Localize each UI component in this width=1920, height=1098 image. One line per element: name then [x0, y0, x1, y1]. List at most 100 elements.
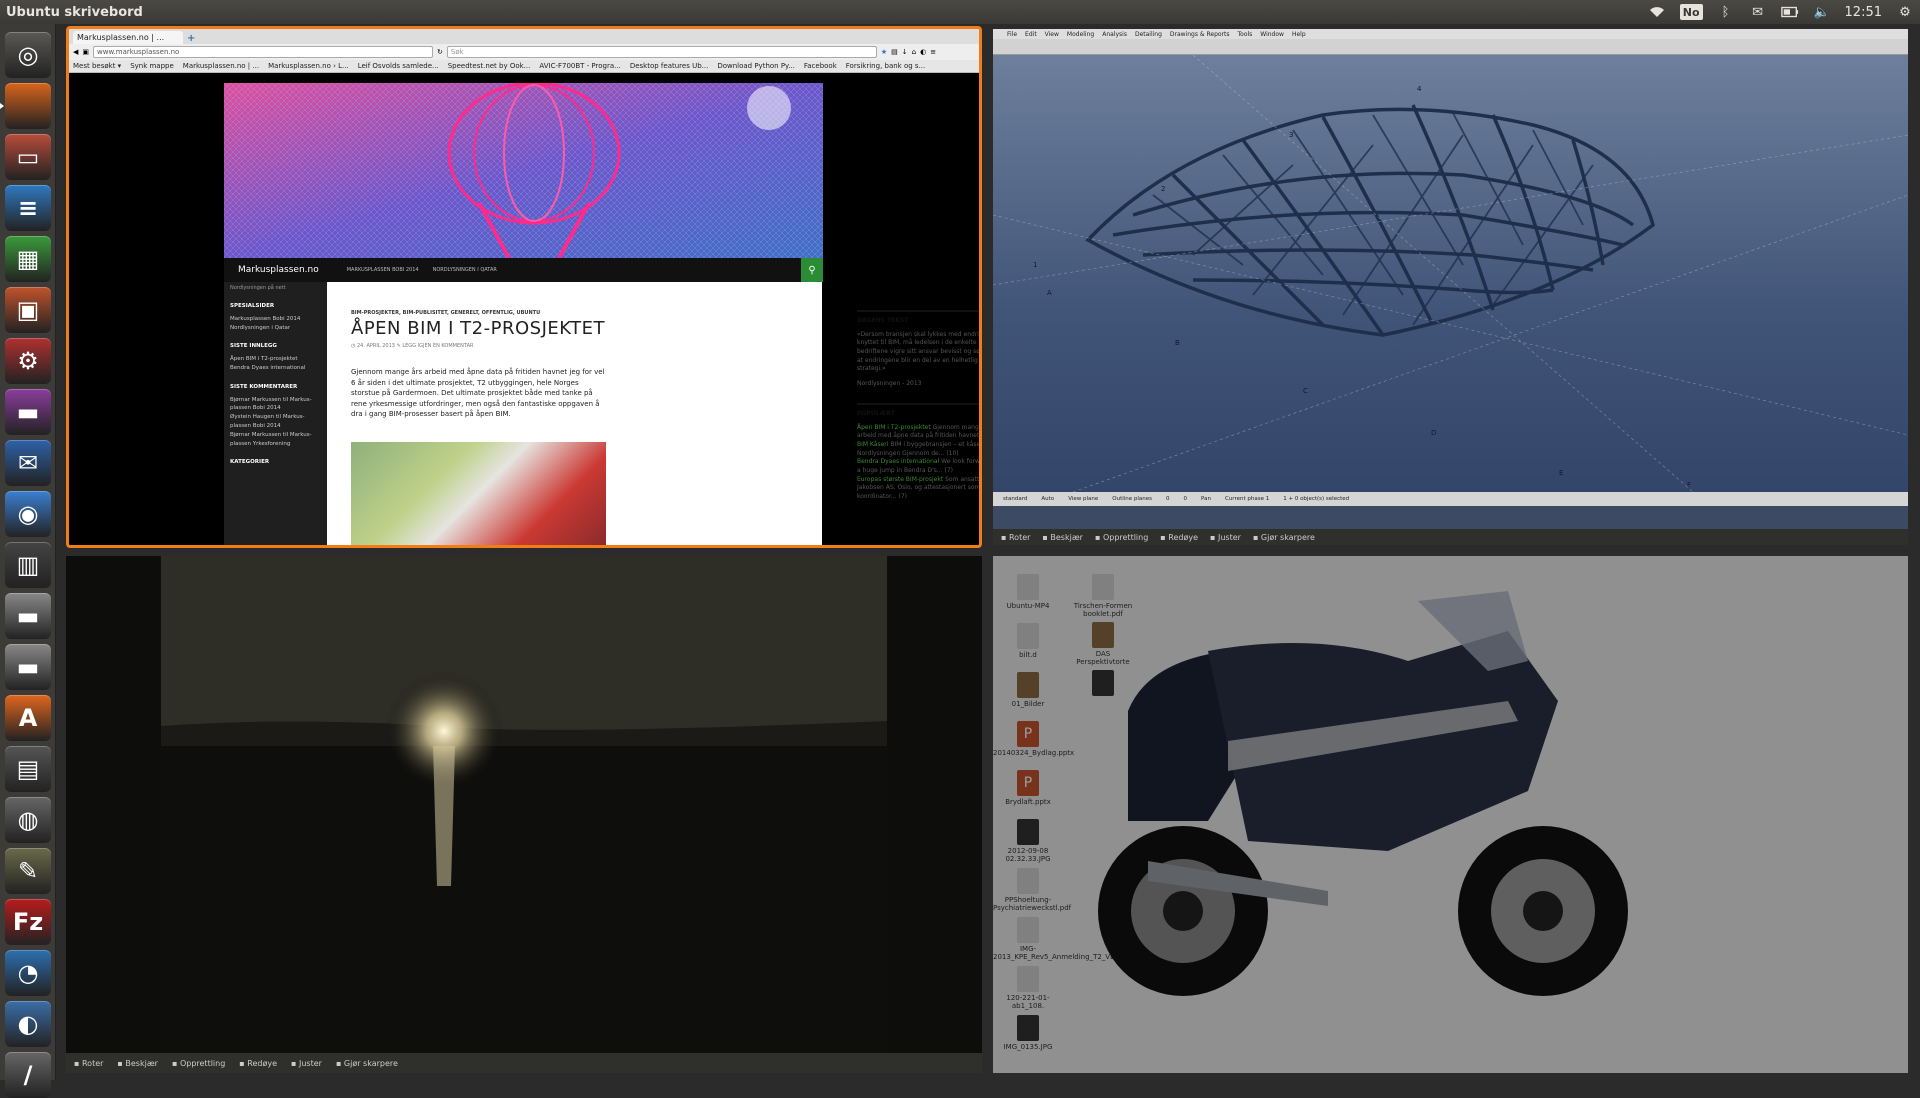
bookmark-item[interactable]: Leif Osvolds samlede... — [358, 62, 439, 70]
cad-toolbar[interactable] — [993, 39, 1908, 55]
bookmark-star-icon[interactable]: ★ — [881, 48, 887, 56]
post-categories[interactable]: BIM-PROSJEKTER, BIM-PUBLISITET, GENERELT… — [351, 310, 822, 316]
cad-status-field[interactable]: 0 — [1166, 496, 1170, 502]
launcher-browser-globe-icon[interactable]: ◔ — [5, 950, 51, 996]
cad-menu-item[interactable]: Analysis — [1102, 31, 1127, 38]
sidebar-link[interactable]: Nordlysningen i Qatar — [230, 324, 321, 333]
home-icon[interactable]: ⌂ — [912, 48, 916, 56]
url-bar[interactable]: www.markusplassen.no — [93, 46, 434, 58]
cad-menu-item[interactable]: Drawings & Reports — [1170, 31, 1230, 38]
launcher-filezilla-icon[interactable]: Fz — [5, 899, 51, 945]
firefox-window[interactable]: Markusplassen.no | ... + ◀ ▣ www.markusp… — [66, 26, 982, 548]
clock[interactable]: 12:51 — [1845, 4, 1882, 20]
cad-status-field[interactable]: standard — [1003, 496, 1027, 502]
keyboard-layout-indicator[interactable]: No — [1679, 4, 1703, 20]
cad-status-field[interactable]: 0 — [1184, 496, 1188, 502]
popular-link[interactable]: BIM Kåseri — [857, 441, 888, 448]
sidebar-link[interactable]: Bjørnar Markussen til Markus-plassen Bob… — [230, 396, 321, 414]
bookmark-item[interactable]: Markusplassen.no › L... — [268, 62, 349, 70]
launcher-thunderbird-icon[interactable]: ✉ — [5, 440, 51, 486]
desktop-icon-pptx[interactable]: P 20140324_Bydlag.pptx — [993, 721, 1074, 757]
sidebar-link[interactable]: Øystein Haugen til Markus-plassen Bobi 2… — [230, 413, 321, 431]
cad-status-field[interactable]: Current phase 1 — [1225, 496, 1269, 502]
photo-tool-button[interactable]: ▪ Juster — [291, 1059, 322, 1068]
new-tab-button[interactable]: + — [187, 33, 195, 44]
cad-menu-item[interactable]: Window — [1260, 31, 1284, 38]
bookmarks-menu-icon[interactable]: ▤ — [891, 48, 898, 56]
bookmark-item[interactable]: Desktop features Ub... — [630, 62, 708, 70]
photo-tool-button[interactable]: ▪ Gjør skarpere — [1253, 533, 1315, 542]
desktop-icon-image[interactable]: 2012-09-08 02.32.33.JPG — [993, 819, 1063, 863]
photo-viewer-window[interactable]: ▪ Roter ▪ Beskjær ▪ Opprettling ▪ Redøye ▪ J… — [66, 556, 982, 1073]
launcher-blender-icon[interactable]: ◐ — [5, 1001, 51, 1047]
cad-3d-viewport[interactable]: 1 2 3 4 A B C D E F — [993, 54, 1908, 493]
cad-status-field[interactable]: View plane — [1068, 496, 1098, 502]
sidebar-link[interactable]: Bjørnar Markussen til Markus-plassen Yrk… — [230, 431, 321, 449]
menu-icon[interactable]: ≡ — [930, 48, 936, 56]
photo-tool-button[interactable]: ▪ Beskjær — [1042, 533, 1083, 542]
nav-link-bobi[interactable]: MARKUSPLASSEN BOBI 2014 — [347, 267, 419, 273]
photo-tool-button[interactable]: ▪ Roter — [1001, 533, 1030, 542]
bookmark-item[interactable]: AVIC-F700BT - Progra... — [539, 62, 620, 70]
gear-icon[interactable]: ⚙ — [1896, 4, 1914, 20]
bookmark-item[interactable]: Mest besøkt ▾ — [73, 62, 121, 70]
search-icon[interactable]: ⚲ — [801, 258, 823, 282]
popular-link[interactable]: Bendra Dyaes international — [857, 458, 939, 465]
launcher-drive-1-icon[interactable]: ▬ — [5, 593, 51, 639]
photo-tool-button[interactable]: ▪ Juster — [1210, 533, 1241, 542]
mail-icon[interactable]: ✉ — [1749, 4, 1767, 20]
photo-tool-button[interactable]: ▪ Opprettling — [172, 1059, 225, 1068]
nav-link-qatar[interactable]: NORDLYSNINGEN I QATAR — [433, 267, 497, 273]
launcher-ubuntu-software-center-icon[interactable]: A — [5, 695, 51, 741]
launcher-libreoffice-calc-icon[interactable]: ▦ — [5, 236, 51, 282]
launcher-video-editor-icon[interactable]: ▤ — [5, 746, 51, 792]
launcher-chromium-icon[interactable]: ◉ — [5, 491, 51, 537]
desktop-icon-folder[interactable]: 01_Bilder — [993, 672, 1063, 708]
desktop-icon-image[interactable]: IMG_0135.JPG — [993, 1015, 1063, 1051]
launcher-firefox-icon[interactable] — [5, 83, 51, 129]
popular-link[interactable]: Europas største BIM-prosjekt — [857, 476, 943, 483]
launcher-gimp-icon[interactable]: ✎ — [5, 848, 51, 894]
bookmark-item[interactable]: Markusplassen.no | ... — [183, 62, 259, 70]
sidebar-link[interactable]: Åpen BIM i T2-prosjektet — [230, 355, 321, 364]
download-icon[interactable]: ↓ — [902, 48, 908, 56]
cad-menu-item[interactable]: Detailing — [1135, 31, 1162, 38]
desktop-view[interactable]: Ubuntu-MP4 bilt.d 01_Bilder P 20140324_Bydla… — [993, 556, 1908, 1073]
photo-tool-button[interactable]: ▪ Redøye — [239, 1059, 277, 1068]
sidebar-link[interactable]: Bendra Dyaes international — [230, 364, 321, 373]
cad-menu-item[interactable]: Edit — [1025, 31, 1037, 38]
back-icon[interactable]: ◀ — [73, 48, 78, 56]
desktop-icon-file[interactable]: bilt.d — [993, 623, 1063, 659]
launcher-dash-home-icon[interactable]: ◎ — [5, 32, 51, 78]
photo-tool-button[interactable]: ▪ Gjør skarpere — [336, 1059, 398, 1068]
launcher-libreoffice-writer-icon[interactable]: ≡ — [5, 185, 51, 231]
cad-menu-item[interactable]: View — [1045, 31, 1059, 38]
bookmark-item[interactable]: Forsikring, bank og s... — [846, 62, 925, 70]
desktop-icon-pptx[interactable]: P Brydlaft.pptx — [993, 770, 1063, 806]
search-input[interactable]: Søk — [446, 46, 877, 58]
cad-menu-item[interactable]: Tools — [1238, 31, 1253, 38]
reload-icon[interactable]: ↻ — [437, 48, 443, 56]
bookmark-item[interactable]: Synk mappe — [130, 62, 174, 70]
bookmark-item[interactable]: Facebook — [804, 62, 837, 70]
launcher-libreoffice-impress-icon[interactable]: ▣ — [5, 287, 51, 333]
identity-icon[interactable]: ▣ — [82, 48, 89, 56]
cad-menu-item[interactable]: File — [1007, 31, 1017, 38]
cad-status-field[interactable]: Pan — [1201, 496, 1211, 502]
launcher-system-settings-icon[interactable]: ⚙ — [5, 338, 51, 384]
cad-menu-item[interactable]: Modeling — [1067, 31, 1094, 38]
popular-link[interactable]: Åpen BIM i T2-prosjektet — [857, 424, 931, 431]
launcher-files-icon[interactable]: ▭ — [5, 134, 51, 180]
launcher-workspace-switcher-icon[interactable]: ▥ — [5, 542, 51, 588]
battery-icon[interactable] — [1780, 4, 1799, 20]
sidebar-link[interactable]: Markusplassen Bobi 2014 — [230, 315, 321, 324]
desktop-icon-file[interactable]: 120-221-01-ab1_108. — [993, 966, 1063, 1010]
cad-status-field[interactable]: Auto — [1041, 496, 1054, 502]
launcher-tool-icon[interactable]: / — [5, 1052, 51, 1098]
photo-tool-button[interactable]: ▪ Roter — [74, 1059, 103, 1068]
cad-status-field[interactable]: 1 + 0 object(s) selected — [1283, 496, 1349, 502]
desktop-icon-file[interactable]: PPShoeltung-Psychiatrieweckstl.pdf — [993, 868, 1071, 912]
bluetooth-icon[interactable]: ᛒ — [1717, 4, 1735, 20]
browser-tab[interactable]: Markusplassen.no | ... — [73, 31, 183, 44]
cad-status-field[interactable]: Outline planes — [1112, 496, 1152, 502]
